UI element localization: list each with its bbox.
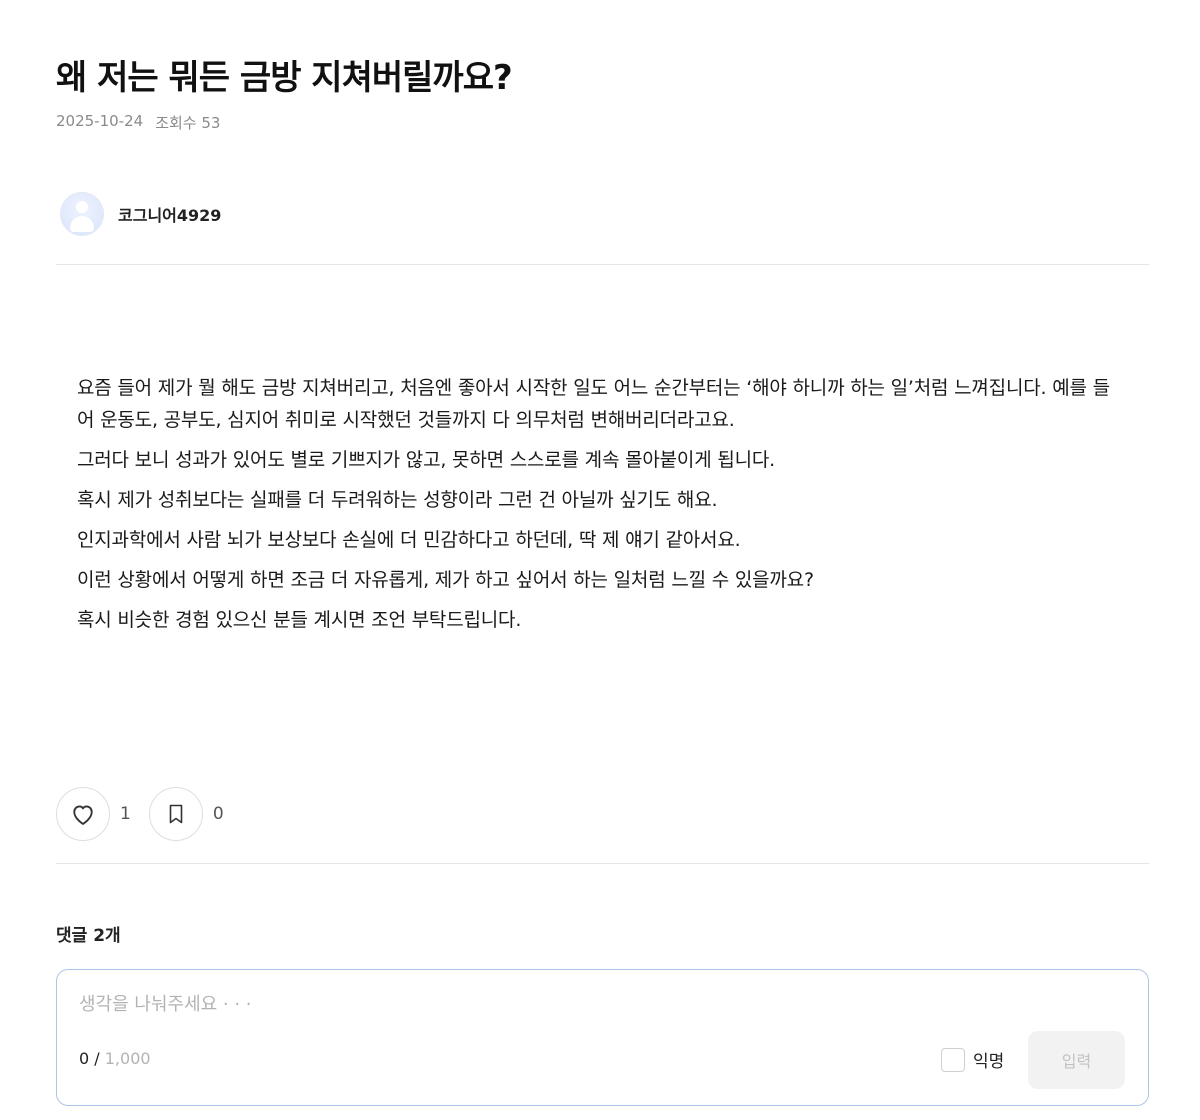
anonymous-label: 익명 <box>973 1052 1005 1072</box>
bookmark-button[interactable] <box>148 787 203 841</box>
bookmark-count: 0 <box>212 804 224 824</box>
author-divider <box>56 264 1149 265</box>
comments-title: 댓글 2개 <box>56 926 121 946</box>
post-paragraph: 이런 상황에서 어떻게 하면 조금 더 자유롭게, 제가 하고 싶어서 하는 일… <box>77 569 814 591</box>
author-name[interactable]: 코그니어4929 <box>118 202 221 226</box>
actions-divider <box>56 863 1149 864</box>
comment-form: 0 / 1,000 익명 입력 <box>56 969 1149 1106</box>
post-paragraph: 그러다 보니 성과가 있어도 별로 기쁘지가 않고, 못하면 스스로를 계속 몰… <box>77 449 775 471</box>
char-counter: 0 / 1,000 <box>79 1049 151 1068</box>
avatar[interactable] <box>60 192 104 236</box>
post-paragraph: 인지과학에서 사람 뇌가 보상보다 손실에 더 민감하다고 하던데, 딱 제 얘… <box>77 529 741 551</box>
post-title: 왜 저는 뭐든 금방 지쳐버릴까요? <box>56 58 513 98</box>
avatar-head-shape <box>76 201 88 213</box>
char-count-current: 0 / <box>79 1049 100 1068</box>
avatar-body-shape <box>70 216 94 232</box>
bookmark-icon <box>169 804 183 824</box>
author-info[interactable]: 코그니어4929 <box>60 192 221 236</box>
post-paragraph: 요즘 들어 제가 뭘 해도 금방 지쳐버리고, 처음엔 좋아서 시작한 일도 어… <box>77 377 1110 431</box>
post-body: 요즘 들어 제가 뭘 해도 금방 지쳐버리고, 처음엔 좋아서 시작한 일도 어… <box>77 372 1127 644</box>
post-meta: 2025-10-24 조회수 53 <box>56 112 220 133</box>
like-count: 1 <box>120 804 131 824</box>
post-actions: 1 0 <box>56 787 242 841</box>
view-count: 조회수 53 <box>155 114 221 132</box>
char-count-max: 1,000 <box>104 1049 151 1068</box>
heart-icon <box>73 805 93 825</box>
anonymous-toggle[interactable]: 익명 <box>941 1047 1004 1072</box>
anonymous-checkbox[interactable] <box>941 1047 965 1072</box>
comment-input[interactable] <box>79 986 1119 1022</box>
post-paragraph: 혹시 제가 성취보다는 실패를 더 두려워하는 성향이라 그런 건 아닐까 싶기… <box>77 489 718 511</box>
post-date: 2025-10-24 <box>56 112 144 130</box>
submit-button[interactable]: 입력 <box>1028 1031 1125 1089</box>
like-button[interactable] <box>56 787 110 841</box>
post-paragraph: 혹시 비슷한 경험 있으신 분들 계시면 조언 부탁드립니다. <box>77 609 522 631</box>
